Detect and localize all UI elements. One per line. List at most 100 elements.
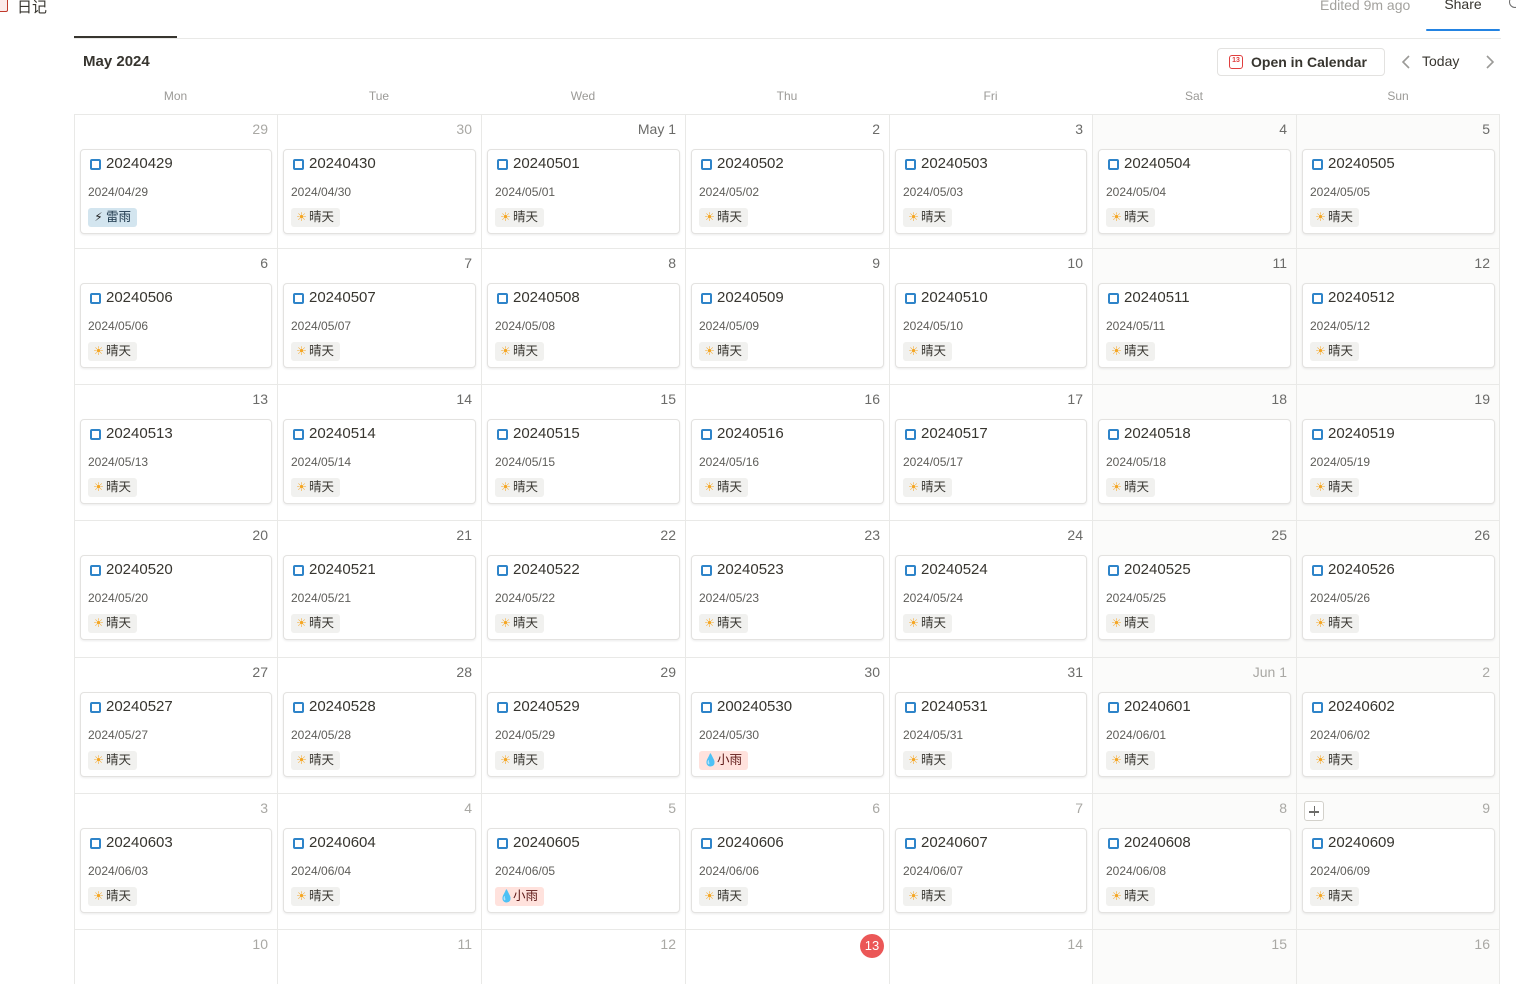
calendar-day-cell[interactable]: 30 20240430 2024/04/30 ☀ 晴天: [277, 114, 481, 248]
diary-entry-card[interactable]: 20240429 2024/04/29 ⚡ 雷雨: [80, 149, 272, 234]
calendar-day-cell[interactable]: 3 20240603 2024/06/03 ☀ 晴天: [74, 793, 277, 929]
diary-entry-card[interactable]: 20240602 2024/06/02 ☀ 晴天: [1302, 692, 1495, 777]
chevron-right-icon[interactable]: [1479, 52, 1499, 72]
diary-entry-card[interactable]: 20240607 2024/06/07 ☀ 晴天: [895, 828, 1087, 913]
calendar-day-cell[interactable]: 29 20240429 2024/04/29 ⚡ 雷雨: [74, 114, 277, 248]
calendar-day-cell[interactable]: 7 20240507 2024/05/07 ☀ 晴天: [277, 248, 481, 384]
calendar-day-cell[interactable]: 8 20240508 2024/05/08 ☀ 晴天: [481, 248, 685, 384]
diary-entry-card[interactable]: 20240608 2024/06/08 ☀ 晴天: [1098, 828, 1291, 913]
diary-entry-card[interactable]: 20240524 2024/05/24 ☀ 晴天: [895, 555, 1087, 640]
more-options-icon[interactable]: [1509, 0, 1516, 8]
calendar-day-cell[interactable]: 10 20240510 2024/05/10 ☀ 晴天: [889, 248, 1092, 384]
diary-entry-card[interactable]: 20240603 2024/06/03 ☀ 晴天: [80, 828, 272, 913]
diary-entry-card[interactable]: 20240604 2024/06/04 ☀ 晴天: [283, 828, 476, 913]
calendar-day-cell[interactable]: 11: [277, 929, 481, 984]
calendar-day-cell[interactable]: 13: [685, 929, 889, 984]
calendar-day-cell[interactable]: 24 20240524 2024/05/24 ☀ 晴天: [889, 520, 1092, 657]
diary-entry-card[interactable]: 20240506 2024/05/06 ☀ 晴天: [80, 283, 272, 368]
diary-entry-card[interactable]: 20240529 2024/05/29 ☀ 晴天: [487, 692, 680, 777]
diary-entry-card[interactable]: 20240508 2024/05/08 ☀ 晴天: [487, 283, 680, 368]
diary-entry-card[interactable]: 20240512 2024/05/12 ☀ 晴天: [1302, 283, 1495, 368]
calendar-day-cell[interactable]: 19 20240519 2024/05/19 ☀ 晴天: [1296, 384, 1500, 520]
diary-entry-card[interactable]: 20240505 2024/05/05 ☀ 晴天: [1302, 149, 1495, 234]
calendar-day-cell[interactable]: 4 20240504 2024/05/04 ☀ 晴天: [1092, 114, 1296, 248]
diary-entry-card[interactable]: 20240523 2024/05/23 ☀ 晴天: [691, 555, 884, 640]
diary-entry-card[interactable]: 20240501 2024/05/01 ☀ 晴天: [487, 149, 680, 234]
page-title[interactable]: 日记: [17, 0, 47, 17]
calendar-day-cell[interactable]: 14 20240514 2024/05/14 ☀ 晴天: [277, 384, 481, 520]
calendar-day-cell[interactable]: 7 20240607 2024/06/07 ☀ 晴天: [889, 793, 1092, 929]
calendar-day-cell[interactable]: 18 20240518 2024/05/18 ☀ 晴天: [1092, 384, 1296, 520]
open-in-calendar-button[interactable]: 13 Open in Calendar: [1217, 48, 1385, 76]
calendar-day-cell[interactable]: 11 20240511 2024/05/11 ☀ 晴天: [1092, 248, 1296, 384]
diary-entry-card[interactable]: 20240525 2024/05/25 ☀ 晴天: [1098, 555, 1291, 640]
calendar-day-cell[interactable]: 15 20240515 2024/05/15 ☀ 晴天: [481, 384, 685, 520]
calendar-day-cell[interactable]: 6 20240606 2024/06/06 ☀ 晴天: [685, 793, 889, 929]
diary-entry-card[interactable]: 20240513 2024/05/13 ☀ 晴天: [80, 419, 272, 504]
diary-entry-card[interactable]: 20240519 2024/05/19 ☀ 晴天: [1302, 419, 1495, 504]
calendar-day-cell[interactable]: Jun 1 20240601 2024/06/01 ☀ 晴天: [1092, 657, 1296, 793]
diary-entry-card[interactable]: 20240515 2024/05/15 ☀ 晴天: [487, 419, 680, 504]
calendar-day-cell[interactable]: 2 20240602 2024/06/02 ☀ 晴天: [1296, 657, 1500, 793]
diary-entry-card[interactable]: 20240522 2024/05/22 ☀ 晴天: [487, 555, 680, 640]
calendar-day-cell[interactable]: 26 20240526 2024/05/26 ☀ 晴天: [1296, 520, 1500, 657]
diary-entry-card[interactable]: 20240520 2024/05/20 ☀ 晴天: [80, 555, 272, 640]
calendar-day-cell[interactable]: 27 20240527 2024/05/27 ☀ 晴天: [74, 657, 277, 793]
add-entry-button[interactable]: [1304, 801, 1324, 821]
calendar-day-cell[interactable]: 6 20240506 2024/05/06 ☀ 晴天: [74, 248, 277, 384]
diary-entry-card[interactable]: 20240601 2024/06/01 ☀ 晴天: [1098, 692, 1291, 777]
calendar-day-cell[interactable]: 17 20240517 2024/05/17 ☀ 晴天: [889, 384, 1092, 520]
calendar-day-cell[interactable]: 28 20240528 2024/05/28 ☀ 晴天: [277, 657, 481, 793]
calendar-day-cell[interactable]: 12: [481, 929, 685, 984]
calendar-day-cell[interactable]: 8 20240608 2024/06/08 ☀ 晴天: [1092, 793, 1296, 929]
calendar-day-cell[interactable]: 9 20240609 2024/06/09 ☀ 晴天: [1296, 793, 1500, 929]
calendar-day-cell[interactable]: 21 20240521 2024/05/21 ☀ 晴天: [277, 520, 481, 657]
calendar-day-cell[interactable]: 5 20240605 2024/06/05 💧小雨: [481, 793, 685, 929]
today-button[interactable]: Today: [1422, 53, 1459, 69]
diary-entry-card[interactable]: 20240526 2024/05/26 ☀ 晴天: [1302, 555, 1495, 640]
diary-entry-card[interactable]: 20240528 2024/05/28 ☀ 晴天: [283, 692, 476, 777]
calendar-day-cell[interactable]: 29 20240529 2024/05/29 ☀ 晴天: [481, 657, 685, 793]
calendar-day-cell[interactable]: 16: [1296, 929, 1500, 984]
diary-entry-card[interactable]: 20240504 2024/05/04 ☀ 晴天: [1098, 149, 1291, 234]
calendar-day-cell[interactable]: 10: [74, 929, 277, 984]
diary-entry-card[interactable]: 20240502 2024/05/02 ☀ 晴天: [691, 149, 884, 234]
diary-entry-card[interactable]: 20240518 2024/05/18 ☀ 晴天: [1098, 419, 1291, 504]
diary-entry-card[interactable]: 20240503 2024/05/03 ☀ 晴天: [895, 149, 1087, 234]
diary-entry-card[interactable]: 20240430 2024/04/30 ☀ 晴天: [283, 149, 476, 234]
diary-entry-card[interactable]: 20240606 2024/06/06 ☀ 晴天: [691, 828, 884, 913]
diary-entry-card[interactable]: 20240527 2024/05/27 ☀ 晴天: [80, 692, 272, 777]
calendar-day-cell[interactable]: 30 200240530 2024/05/30 💧小雨: [685, 657, 889, 793]
diary-entry-card[interactable]: 20240511 2024/05/11 ☀ 晴天: [1098, 283, 1291, 368]
calendar-day-cell[interactable]: 4 20240604 2024/06/04 ☀ 晴天: [277, 793, 481, 929]
diary-entry-card[interactable]: 20240514 2024/05/14 ☀ 晴天: [283, 419, 476, 504]
diary-entry-card[interactable]: 20240605 2024/06/05 💧小雨: [487, 828, 680, 913]
calendar-day-cell[interactable]: 20 20240520 2024/05/20 ☀ 晴天: [74, 520, 277, 657]
diary-entry-card[interactable]: 20240507 2024/05/07 ☀ 晴天: [283, 283, 476, 368]
diary-entry-card[interactable]: 20240531 2024/05/31 ☀ 晴天: [895, 692, 1087, 777]
diary-entry-card[interactable]: 20240517 2024/05/17 ☀ 晴天: [895, 419, 1087, 504]
calendar-day-cell[interactable]: 31 20240531 2024/05/31 ☀ 晴天: [889, 657, 1092, 793]
calendar-day-cell[interactable]: 25 20240525 2024/05/25 ☀ 晴天: [1092, 520, 1296, 657]
diary-entry-card[interactable]: 20240609 2024/06/09 ☀ 晴天: [1302, 828, 1495, 913]
calendar-day-cell[interactable]: 2 20240502 2024/05/02 ☀ 晴天: [685, 114, 889, 248]
calendar-day-cell[interactable]: 9 20240509 2024/05/09 ☀ 晴天: [685, 248, 889, 384]
calendar-day-cell[interactable]: 13 20240513 2024/05/13 ☀ 晴天: [74, 384, 277, 520]
calendar-day-cell[interactable]: 16 20240516 2024/05/16 ☀ 晴天: [685, 384, 889, 520]
share-button[interactable]: Share: [1426, 0, 1500, 30]
diary-entry-card[interactable]: 200240530 2024/05/30 💧小雨: [691, 692, 884, 777]
diary-entry-card[interactable]: 20240510 2024/05/10 ☀ 晴天: [895, 283, 1087, 368]
diary-entry-card[interactable]: 20240521 2024/05/21 ☀ 晴天: [283, 555, 476, 640]
calendar-day-cell[interactable]: May 1 20240501 2024/05/01 ☀ 晴天: [481, 114, 685, 248]
calendar-day-cell[interactable]: 14: [889, 929, 1092, 984]
calendar-day-cell[interactable]: 3 20240503 2024/05/03 ☀ 晴天: [889, 114, 1092, 248]
chevron-left-icon[interactable]: [1397, 52, 1417, 72]
calendar-day-cell[interactable]: 5 20240505 2024/05/05 ☀ 晴天: [1296, 114, 1500, 248]
calendar-day-cell[interactable]: 23 20240523 2024/05/23 ☀ 晴天: [685, 520, 889, 657]
diary-entry-card[interactable]: 20240516 2024/05/16 ☀ 晴天: [691, 419, 884, 504]
calendar-day-cell[interactable]: 12 20240512 2024/05/12 ☀ 晴天: [1296, 248, 1500, 384]
diary-entry-card[interactable]: 20240509 2024/05/09 ☀ 晴天: [691, 283, 884, 368]
calendar-day-cell[interactable]: 22 20240522 2024/05/22 ☀ 晴天: [481, 520, 685, 657]
weather-label: 晴天: [513, 616, 539, 630]
calendar-day-cell[interactable]: 15: [1092, 929, 1296, 984]
